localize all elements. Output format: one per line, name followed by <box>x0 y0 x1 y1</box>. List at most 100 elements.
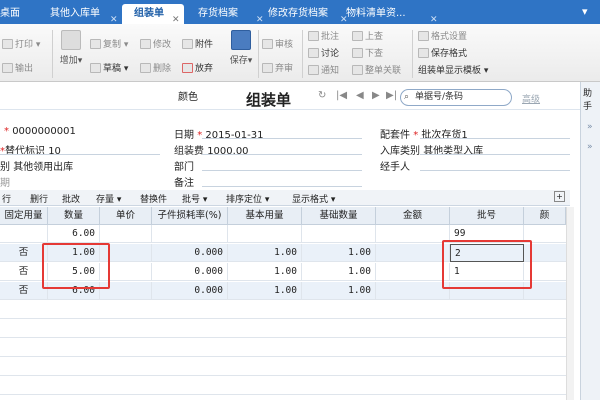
cell-base-usage[interactable]: 1.00 <box>228 244 302 262</box>
cell-amount[interactable] <box>376 263 450 281</box>
chevron-right-icon[interactable]: » <box>587 142 593 152</box>
cell-base-usage[interactable]: 1.00 <box>228 282 302 300</box>
notify-icon <box>308 65 319 75</box>
query-down-button[interactable]: 下查 <box>352 47 383 61</box>
print-button[interactable]: 打印 ▾ <box>2 38 40 52</box>
add-row-button[interactable]: 行 <box>2 192 11 205</box>
tab-assembly[interactable]: 组装单 ✕ <box>122 4 184 25</box>
replace-field[interactable]: 10 <box>48 146 61 157</box>
cell-base-usage[interactable] <box>228 225 302 243</box>
batch-edit-button[interactable]: 批改 <box>62 192 80 205</box>
out-type-field[interactable]: 其他领用出库 <box>13 162 73 173</box>
cell-basic-qty[interactable]: 1.00 <box>302 263 376 281</box>
export-icon <box>2 63 13 73</box>
next-record-icon[interactable]: ▶ <box>372 90 380 101</box>
column-header-color[interactable]: 颜 <box>524 207 566 225</box>
cell-qty[interactable]: 6.00 <box>48 225 100 243</box>
delete-button[interactable]: 删除 <box>140 62 171 76</box>
cell-fixed-qty[interactable] <box>0 225 48 243</box>
cell-basic-qty[interactable]: 1.00 <box>302 282 376 300</box>
prev-record-icon[interactable]: ◀ <box>356 90 364 101</box>
tab-desktop[interactable]: 桌面 <box>0 4 22 24</box>
add-button[interactable]: 增加▾ <box>58 30 84 66</box>
column-header-loss-rate[interactable]: 子件损耗率(%) <box>152 207 228 225</box>
advanced-search-link[interactable]: 高级 <box>522 92 540 105</box>
column-header-basic-qty[interactable]: 基础数量 <box>302 207 376 225</box>
cancel-icon <box>182 63 193 73</box>
annotate-button[interactable]: 批注 <box>308 30 339 44</box>
cell-loss-rate[interactable] <box>152 225 228 243</box>
column-header-price[interactable]: 单价 <box>100 207 152 225</box>
tab-edit-inventory[interactable]: 修改存货档案 ✕ <box>262 4 348 25</box>
format-icon <box>418 31 429 41</box>
search-input[interactable]: ⌕ 单据号/条码 <box>400 89 512 106</box>
table-row[interactable] <box>0 358 566 376</box>
cell-amount[interactable] <box>376 225 450 243</box>
attach-button[interactable]: 附件 <box>182 38 213 52</box>
tab-inventory-archive[interactable]: 存货档案 ✕ <box>192 4 270 25</box>
format-settings-button[interactable]: 格式设置 <box>418 30 467 44</box>
discuss-button[interactable]: 讨论 <box>308 47 339 61</box>
modify-button[interactable]: 修改 <box>140 38 171 52</box>
vertical-scrollbar[interactable] <box>566 207 574 400</box>
full-link-button[interactable]: 整单关联 <box>352 64 401 78</box>
cell-fixed-qty[interactable]: 否 <box>0 244 48 262</box>
save-button[interactable]: 保存▾ <box>228 30 254 66</box>
query-up-button[interactable]: 上查 <box>352 30 383 44</box>
chevron-down-icon[interactable]: ▾ <box>582 5 588 18</box>
expand-icon[interactable]: + <box>554 191 565 202</box>
copy-button[interactable]: 复制 ▾ <box>90 38 128 52</box>
table-row[interactable] <box>0 377 566 395</box>
tab-other-inbound[interactable]: 其他入库单 ✕ <box>40 4 118 25</box>
date-field[interactable]: 2015-01-31 <box>205 130 263 141</box>
cell-loss-rate[interactable]: 0.000 <box>152 244 228 262</box>
edit-icon <box>140 39 151 49</box>
unaudit-button[interactable]: 弃审 <box>262 62 293 76</box>
stock-button[interactable]: 存量 ▾ <box>96 192 121 205</box>
tab-bom[interactable]: 物料清单资... ✕ <box>340 4 440 25</box>
first-record-icon[interactable]: |◀ <box>336 90 347 101</box>
cell-amount[interactable] <box>376 282 450 300</box>
table-row[interactable] <box>0 301 566 319</box>
display-format-button[interactable]: 显示格式 ▾ <box>292 192 335 205</box>
replace-part-button[interactable]: 替换件 <box>140 192 167 205</box>
cell-fixed-qty[interactable]: 否 <box>0 282 48 300</box>
grid-toolbar <box>0 190 570 206</box>
cell-loss-rate[interactable]: 0.000 <box>152 263 228 281</box>
tab-assembly-label: 组装单 <box>134 8 164 19</box>
display-template-select[interactable]: 组装单显示模板 ▾ <box>418 64 488 78</box>
audit-button[interactable]: 审核 <box>262 38 293 52</box>
cell-basic-qty[interactable]: 1.00 <box>302 244 376 262</box>
cell-loss-rate[interactable]: 0.000 <box>152 282 228 300</box>
table-row[interactable] <box>0 320 566 338</box>
table-row[interactable] <box>0 339 566 357</box>
chevron-right-icon[interactable]: » <box>587 122 593 132</box>
cell-fixed-qty[interactable]: 否 <box>0 263 48 281</box>
draft-button[interactable]: 草稿 ▾ <box>90 62 128 76</box>
column-header-lot[interactable]: 批号 <box>450 207 524 225</box>
refresh-icon[interactable]: ↻ <box>318 90 326 101</box>
delete-row-button[interactable]: 删行 <box>30 192 48 205</box>
in-type-field[interactable]: 其他类型入库 <box>423 146 483 157</box>
fee-field[interactable]: 1000.00 <box>207 146 248 157</box>
export-button[interactable]: 输出 <box>2 62 33 76</box>
save-format-button[interactable]: 保存格式 <box>418 47 467 61</box>
cell-price[interactable] <box>100 225 152 243</box>
column-header-amount[interactable]: 金额 <box>376 207 450 225</box>
cell-basic-qty[interactable] <box>302 225 376 243</box>
last-record-icon[interactable]: ▶| <box>386 90 397 101</box>
column-header-base-usage[interactable]: 基本用量 <box>228 207 302 225</box>
display-format-label: 显示格式 <box>292 195 329 205</box>
sort-locate-button[interactable]: 排序定位 ▾ <box>226 192 269 205</box>
discuss-label: 讨论 <box>321 49 340 59</box>
cell-base-usage[interactable]: 1.00 <box>228 263 302 281</box>
lot-button[interactable]: 批号 ▾ <box>182 192 207 205</box>
notify-button[interactable]: 通知 <box>308 64 339 78</box>
column-header-qty[interactable]: 数量 <box>48 207 100 225</box>
notify-label: 通知 <box>321 66 340 76</box>
cell-amount[interactable] <box>376 244 450 262</box>
column-header-fixed-qty[interactable]: 固定用量 <box>0 207 48 225</box>
abandon-button[interactable]: 放弃 <box>182 62 213 76</box>
kit-field[interactable]: 批次存货1 <box>421 130 467 141</box>
kit-label: 配套件 <box>380 130 410 141</box>
